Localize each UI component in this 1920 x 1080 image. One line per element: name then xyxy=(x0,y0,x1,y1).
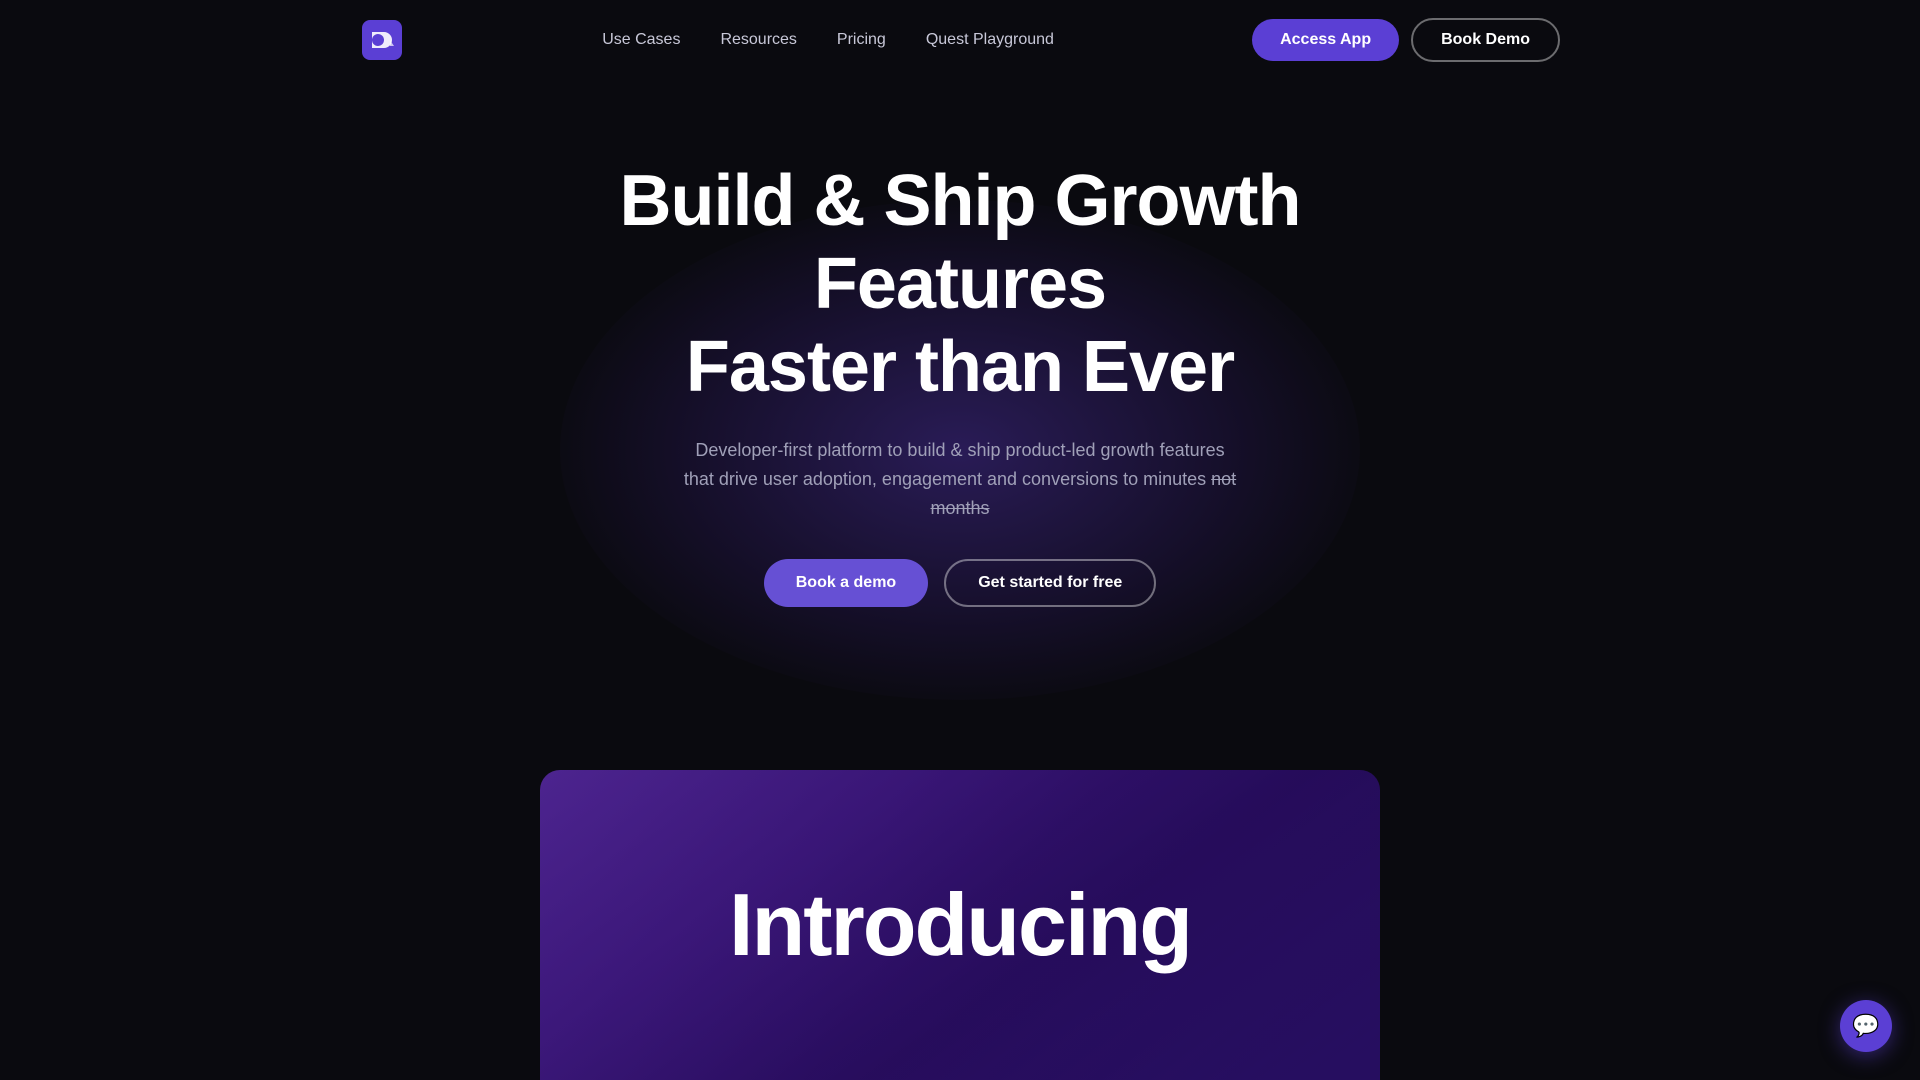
dashboard-preview-card: Introducing xyxy=(540,770,1380,1080)
hero-title-line2: Faster than Ever xyxy=(686,327,1234,407)
hero-title-line1: Build & Ship Growth Features xyxy=(620,161,1301,324)
hero-subtitle-text: Developer-first platform to build & ship… xyxy=(684,440,1225,489)
hero-subtitle: Developer-first platform to build & ship… xyxy=(680,436,1240,522)
navbar-logo-area xyxy=(360,18,404,62)
hero-section: Build & Ship Growth Features Faster than… xyxy=(0,80,1920,607)
navbar: Use Cases Resources Pricing Quest Playgr… xyxy=(0,0,1920,80)
hero-get-started-button[interactable]: Get started for free xyxy=(944,559,1156,607)
nav-link-quest-playground[interactable]: Quest Playground xyxy=(926,31,1054,49)
nav-link-pricing[interactable]: Pricing xyxy=(837,31,886,49)
chat-icon: 💬 xyxy=(1852,1013,1879,1039)
nav-link-resources[interactable]: Resources xyxy=(720,31,796,49)
chat-widget-button[interactable]: 💬 xyxy=(1840,1000,1892,1052)
introducing-text: Introducing xyxy=(729,874,1191,976)
access-app-button[interactable]: Access App xyxy=(1252,19,1399,61)
navbar-actions: Access App Book Demo xyxy=(1252,18,1560,62)
hero-book-demo-button[interactable]: Book a demo xyxy=(764,559,928,607)
hero-cta-buttons: Book a demo Get started for free xyxy=(764,559,1157,607)
book-demo-nav-button[interactable]: Book Demo xyxy=(1411,18,1560,62)
hero-title: Build & Ship Growth Features Faster than… xyxy=(560,160,1360,408)
navbar-links: Use Cases Resources Pricing Quest Playgr… xyxy=(602,31,1054,49)
nav-link-use-cases[interactable]: Use Cases xyxy=(602,31,680,49)
logo-icon[interactable] xyxy=(360,18,404,62)
